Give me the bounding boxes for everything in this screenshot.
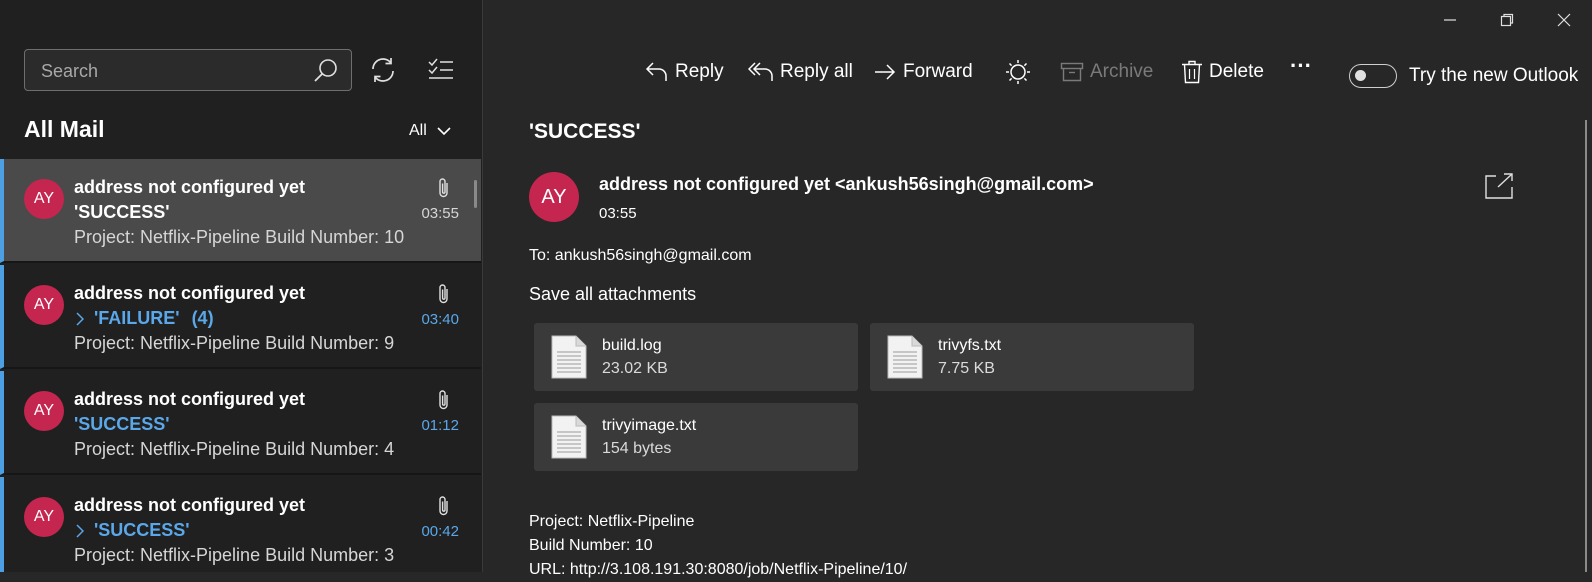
attachment-name: trivyfs.txt [938, 337, 1002, 354]
minimize-icon[interactable] [1442, 12, 1458, 28]
mail-preview: Project: Netflix-Pipeline Build Number: … [74, 227, 405, 247]
forward-label: Forward [903, 61, 973, 82]
reply-button[interactable]: Reply [645, 58, 724, 86]
attachment-name: build.log [602, 337, 662, 354]
filter-dropdown[interactable]: All [409, 122, 451, 140]
mail-list-scrollbar[interactable] [474, 180, 477, 208]
mail-subject: 'SUCCESS' [74, 520, 190, 541]
search-icon[interactable] [313, 58, 339, 84]
attachment-card[interactable]: trivyfs.txt 7.75 KB [870, 323, 1194, 391]
filter-label: All [409, 122, 427, 139]
avatar: AY [24, 497, 64, 537]
more-options-button[interactable]: ··· [1290, 52, 1312, 80]
mail-subject: 'SUCCESS' [74, 414, 170, 435]
mail-subject: 'SUCCESS' [74, 202, 170, 223]
mail-item[interactable]: AY address not configured yet 'SUCCESS' … [0, 371, 481, 475]
message-subject: 'SUCCESS' [529, 120, 641, 143]
delete-label: Delete [1209, 61, 1264, 82]
sender-avatar: AY [529, 172, 579, 222]
attachment-name: trivyimage.txt [602, 417, 697, 434]
mail-subject-text: 'SUCCESS' [74, 202, 170, 222]
mail-subject-text: 'FAILURE' [94, 308, 180, 328]
message-to: To: ankush56singh@gmail.com [529, 247, 752, 264]
toggle-knob [1355, 70, 1366, 81]
mail-preview: Project: Netflix-Pipeline Build Number: … [74, 545, 395, 565]
file-icon [551, 335, 587, 379]
archive-button[interactable]: Archive [1060, 58, 1153, 86]
message-body: Project: Netflix-Pipeline Build Number: … [529, 510, 907, 582]
mail-list-pane: All Mail All AY address not configured y… [0, 0, 483, 572]
avatar: AY [24, 285, 64, 325]
paperclip-icon [436, 283, 452, 305]
archive-label: Archive [1090, 61, 1154, 82]
body-line: Build Number: 10 [529, 537, 653, 554]
reading-pane-scrollbar[interactable] [1585, 120, 1587, 572]
reply-all-label: Reply all [780, 61, 853, 82]
avatar: AY [24, 391, 64, 431]
body-line: Project: Netflix-Pipeline [529, 513, 695, 530]
mail-subject-text: 'SUCCESS' [74, 414, 170, 434]
folder-title: All Mail [24, 116, 105, 142]
chevron-right-icon[interactable] [76, 311, 84, 326]
mail-item[interactable]: AY address not configured yet 'SUCCESS' … [0, 159, 481, 263]
new-outlook-toggle[interactable] [1349, 64, 1397, 88]
new-outlook-label: Try the new Outlook [1409, 65, 1579, 86]
avatar: AY [24, 179, 64, 219]
paperclip-icon [436, 389, 452, 411]
mail-sender: address not configured yet [74, 495, 306, 515]
reply-all-icon [748, 60, 774, 84]
archive-icon [1060, 60, 1084, 84]
delete-button[interactable]: Delete [1181, 58, 1264, 86]
forward-button[interactable]: Forward [873, 58, 973, 86]
message-from[interactable]: address not configured yet <ankush56sing… [599, 174, 1094, 195]
attachment-card[interactable]: build.log 23.02 KB [534, 323, 858, 391]
attachment-size: 154 bytes [602, 440, 672, 457]
sync-icon[interactable] [369, 56, 397, 84]
more-icon: ··· [1290, 53, 1312, 78]
select-mode-icon[interactable] [428, 57, 454, 83]
mail-time: 03:55 [421, 205, 459, 222]
sun-icon [1005, 59, 1031, 85]
mail-item[interactable]: AY address not configured yet 'FAILURE' … [0, 265, 481, 369]
reply-label: Reply [675, 61, 724, 82]
thread-count: (4) [191, 308, 214, 328]
mail-subject-text: 'SUCCESS' [94, 520, 190, 540]
attachment-size: 7.75 KB [938, 360, 995, 377]
sweep-button[interactable] [1005, 58, 1031, 86]
chevron-right-icon[interactable] [76, 523, 84, 538]
mail-time: 01:12 [421, 417, 459, 434]
forward-arrow-icon [873, 60, 897, 84]
reply-icon [645, 60, 669, 84]
message-time: 03:55 [599, 205, 637, 222]
reply-all-button[interactable]: Reply all [748, 58, 853, 86]
mail-preview: Project: Netflix-Pipeline Build Number: … [74, 333, 395, 353]
mail-time: 03:40 [421, 311, 459, 328]
search-input[interactable] [39, 50, 313, 92]
mail-sender: address not configured yet [74, 177, 306, 197]
mail-preview: Project: Netflix-Pipeline Build Number: … [74, 439, 395, 459]
attachment-size: 23.02 KB [602, 360, 668, 377]
file-icon [551, 415, 587, 459]
file-icon [887, 335, 923, 379]
paperclip-icon [436, 177, 452, 199]
mail-item[interactable]: AY address not configured yet 'SUCCESS' … [0, 477, 481, 572]
mail-sender: address not configured yet [74, 389, 306, 409]
attachment-card[interactable]: trivyimage.txt 154 bytes [534, 403, 858, 471]
chevron-down-icon [437, 126, 451, 136]
body-url-link[interactable]: URL: http://3.108.191.30:8080/job/Netfli… [529, 558, 907, 582]
search-box[interactable] [24, 49, 352, 92]
close-icon[interactable] [1556, 12, 1572, 28]
save-all-attachments-link[interactable]: Save all attachments [529, 284, 696, 305]
paperclip-icon [436, 495, 452, 517]
mail-sender: address not configured yet [74, 283, 306, 303]
open-in-new-window-icon[interactable] [1484, 172, 1514, 200]
restore-icon[interactable] [1499, 12, 1515, 28]
trash-icon [1181, 60, 1203, 84]
mail-subject: 'FAILURE' (4) [74, 308, 214, 329]
mail-time: 00:42 [421, 523, 459, 540]
